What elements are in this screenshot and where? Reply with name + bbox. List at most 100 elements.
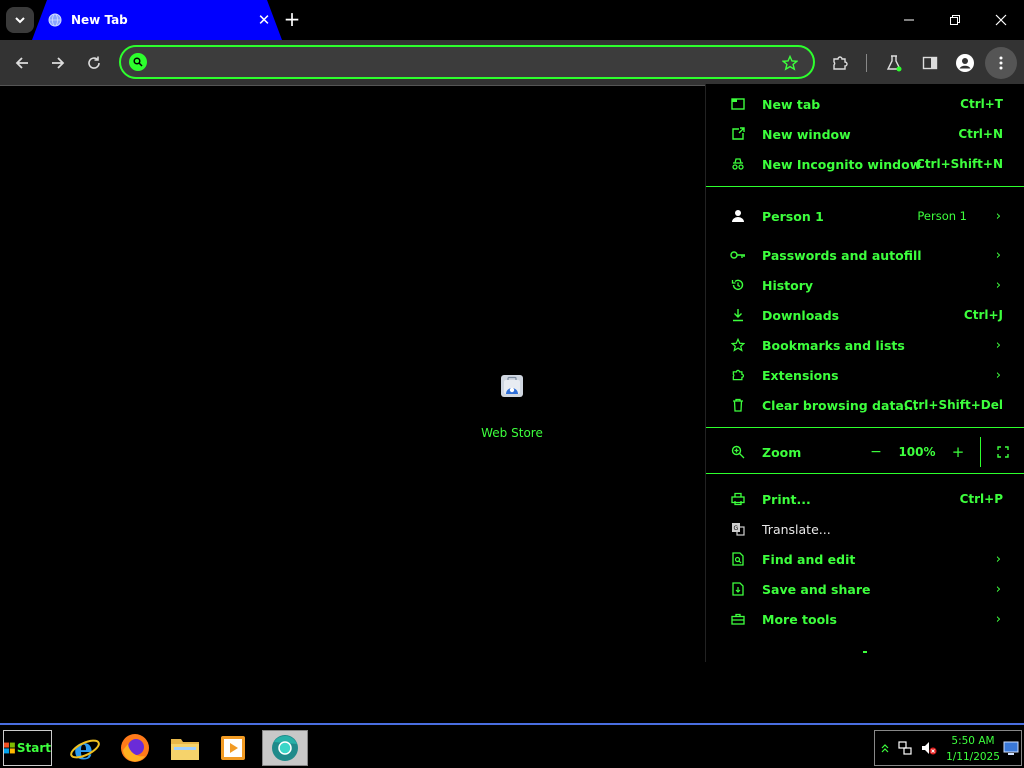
person-icon xyxy=(730,208,746,224)
toolbar-divider xyxy=(866,54,867,72)
history-icon xyxy=(730,277,746,293)
globe-icon xyxy=(48,13,62,27)
chevron-right-icon: › xyxy=(995,277,1001,293)
avatar-icon xyxy=(956,54,974,72)
restore-icon xyxy=(950,15,960,25)
arrow-left-icon xyxy=(15,57,28,69)
side-panel-icon xyxy=(922,56,938,70)
translate-icon: G xyxy=(730,521,746,537)
menu-item-clear-browsing-data[interactable]: Clear browsing data... Ctrl+Shift+Del xyxy=(706,391,1024,419)
profile-button[interactable] xyxy=(953,51,977,75)
chrome-icon xyxy=(272,735,298,761)
chevron-right-icon: › xyxy=(995,337,1001,353)
print-icon xyxy=(730,491,746,507)
menu-item-bookmarks[interactable]: Bookmarks and lists › xyxy=(706,331,1024,359)
zoom-in-button[interactable]: + xyxy=(946,443,970,461)
menu-item-new-window[interactable]: New window Ctrl+N xyxy=(706,120,1024,148)
customize-menu-button[interactable] xyxy=(985,47,1017,79)
address-bar[interactable] xyxy=(119,45,815,79)
new-tab-button[interactable]: + xyxy=(282,9,302,29)
title-bar: New Tab ✕ + xyxy=(0,0,1024,40)
show-desktop-icon[interactable] xyxy=(1003,740,1019,756)
shortcut-label: Web Store xyxy=(481,426,543,440)
bookmark-star-icon[interactable] xyxy=(779,52,801,74)
chevron-right-icon: › xyxy=(995,611,1001,627)
extensions-button[interactable] xyxy=(828,51,852,75)
incognito-icon xyxy=(730,156,746,172)
system-tray: 5:50 AM 1/11/2025 xyxy=(874,730,1022,766)
menu-item-downloads[interactable]: Downloads Ctrl+J xyxy=(706,301,1024,329)
menu-item-passwords[interactable]: Passwords and autofill › xyxy=(706,241,1024,269)
forward-button[interactable] xyxy=(46,51,70,75)
tab-close-icon[interactable]: ✕ xyxy=(256,11,272,29)
firefox-icon xyxy=(121,734,149,762)
menu-item-translate[interactable]: G Translate... xyxy=(706,515,1024,543)
taskbar-app-internet-explorer[interactable]: e xyxy=(63,730,107,766)
reload-button[interactable] xyxy=(82,51,106,75)
menu-separator xyxy=(706,473,1024,474)
start-button[interactable]: Start xyxy=(3,730,52,766)
menu-item-find-and-edit[interactable]: Find and edit › xyxy=(706,545,1024,573)
new-window-icon xyxy=(730,126,746,142)
taskbar-app-chrome[interactable] xyxy=(262,730,308,766)
menu-item-print[interactable]: Print... Ctrl+P xyxy=(706,485,1024,513)
close-icon xyxy=(995,14,1007,26)
new-tab-icon xyxy=(730,96,746,112)
menu-item-profile[interactable]: Person 1 Person 1 › xyxy=(706,202,1024,230)
side-panel-button[interactable] xyxy=(918,51,942,75)
shortcut-web-store[interactable]: Web Store xyxy=(466,371,558,441)
zoom-out-button[interactable]: − xyxy=(864,444,888,460)
internet-explorer-icon: e xyxy=(70,732,100,764)
toolbox-icon xyxy=(730,611,746,627)
labs-button[interactable] xyxy=(882,51,906,75)
taskbar-app-file-explorer[interactable] xyxy=(163,730,207,766)
taskbar-app-media-player[interactable] xyxy=(211,730,255,766)
tab-search-button[interactable] xyxy=(6,7,34,33)
menu-item-more-tools[interactable]: More tools › xyxy=(706,605,1024,633)
minimize-button[interactable] xyxy=(895,8,923,32)
close-window-button[interactable] xyxy=(987,8,1015,32)
taskbar-app-firefox[interactable] xyxy=(113,730,157,766)
restore-button[interactable] xyxy=(941,8,969,32)
zoom-controls: − 100% + xyxy=(864,437,1013,467)
menu-item-zoom: Zoom − 100% + xyxy=(706,437,1024,467)
flask-icon xyxy=(886,55,902,72)
menu-separator xyxy=(706,186,1024,187)
chevron-up-icon[interactable] xyxy=(881,743,889,753)
save-icon xyxy=(730,581,746,597)
windows-logo-icon xyxy=(4,742,15,754)
volume-muted-icon[interactable] xyxy=(921,740,937,756)
menu-item-new-incognito-window[interactable]: New Incognito window Ctrl+Shift+N xyxy=(706,150,1024,178)
reload-icon xyxy=(88,56,100,69)
clock-time[interactable]: 5:50 AM xyxy=(947,735,999,747)
puzzle-icon xyxy=(730,367,746,383)
network-icon[interactable] xyxy=(897,740,913,756)
zoom-icon xyxy=(730,444,746,460)
chevron-right-icon: › xyxy=(995,551,1001,567)
menu-scroll-indicator xyxy=(863,651,867,653)
browser-toolbar xyxy=(0,40,1024,86)
fullscreen-button[interactable] xyxy=(993,442,1013,462)
trash-icon xyxy=(730,397,746,413)
menu-item-save-and-share[interactable]: Save and share › xyxy=(706,575,1024,603)
minimize-icon xyxy=(904,19,914,21)
clock-date[interactable]: 1/11/2025 xyxy=(941,751,1005,763)
key-icon xyxy=(730,247,746,263)
find-icon xyxy=(730,551,746,567)
menu-separator xyxy=(706,427,1024,428)
chevron-down-icon xyxy=(15,17,25,24)
puzzle-icon xyxy=(833,56,848,70)
menu-item-extensions[interactable]: Extensions › xyxy=(706,361,1024,389)
svg-text:G: G xyxy=(734,525,739,532)
download-icon xyxy=(730,307,746,323)
menu-item-new-tab[interactable]: New tab Ctrl+T xyxy=(706,90,1024,118)
tab-new-tab[interactable]: New Tab ✕ xyxy=(32,0,282,40)
arrow-right-icon xyxy=(52,57,65,69)
fullscreen-icon xyxy=(997,446,1009,458)
back-button[interactable] xyxy=(10,51,34,75)
file-explorer-icon xyxy=(171,739,199,760)
menu-item-history[interactable]: History › xyxy=(706,271,1024,299)
address-input[interactable] xyxy=(153,53,773,71)
chevron-right-icon: › xyxy=(995,247,1001,263)
chevron-right-icon: › xyxy=(995,208,1001,224)
